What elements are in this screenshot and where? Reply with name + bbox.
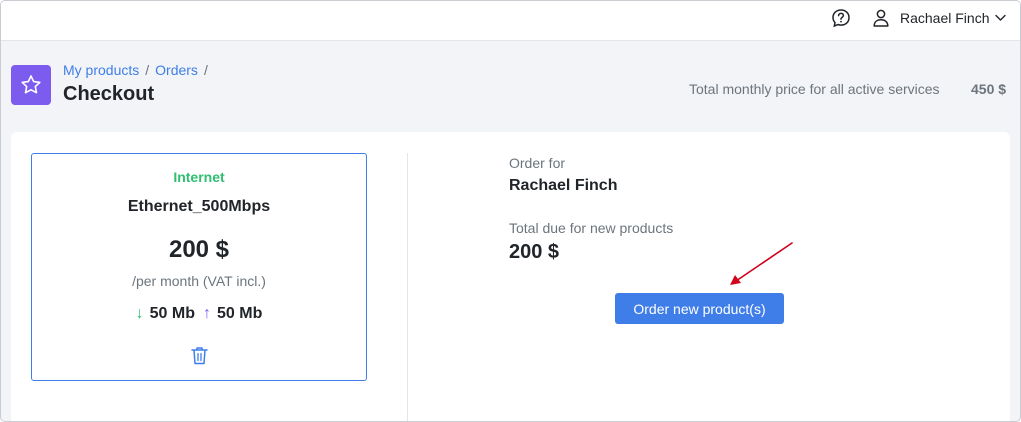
breadcrumb-orders[interactable]: Orders	[155, 62, 198, 78]
breadcrumb-separator: /	[203, 62, 208, 78]
user-icon	[873, 9, 889, 27]
product-price: 200 $	[168, 236, 230, 263]
help-circle-icon[interactable]	[831, 8, 851, 28]
column-divider	[407, 153, 408, 421]
arrow-up-icon: ↑	[203, 305, 211, 322]
product-card: Internet Ethernet_500Mbps 200 $ /per mon…	[31, 153, 367, 381]
annotation-arrow-icon	[730, 242, 793, 285]
product-category: Internet	[173, 169, 225, 185]
product-speeds: ↓ 50 Mb ↑ 50 Mb	[32, 305, 366, 323]
total-due-label: Total due for new products	[509, 220, 674, 236]
total-due-value: 200 $	[509, 241, 560, 263]
order-new-products-button[interactable]: Order new product(s)	[615, 293, 784, 324]
upload-speed: 50 Mb	[217, 305, 263, 322]
user-menu[interactable]: Rachael Finch	[873, 7, 1006, 29]
app-window: Rachael Finch My products / Orders / Che…	[0, 0, 1021, 422]
order-for-name: Rachael Finch	[509, 177, 618, 194]
product-period: /per month (VAT incl.)	[132, 273, 266, 289]
user-name[interactable]: Rachael Finch	[900, 10, 990, 26]
top-bar: Rachael Finch	[1, 1, 1020, 41]
download-speed: 50 Mb	[149, 305, 195, 322]
trash-icon[interactable]	[191, 346, 208, 365]
page-title: Checkout	[63, 83, 155, 105]
breadcrumb-my-products[interactable]: My products	[63, 62, 139, 78]
breadcrumb: My products / Orders /	[63, 62, 214, 78]
total-monthly-label: Total monthly price for all active servi…	[689, 81, 940, 97]
order-for-label: Order for	[509, 155, 566, 171]
product-name: Ethernet_500Mbps	[127, 198, 271, 215]
chevron-down-icon[interactable]	[994, 14, 1006, 22]
breadcrumb-separator: /	[145, 62, 150, 78]
star-icon	[21, 75, 41, 94]
app-badge	[11, 65, 51, 105]
total-monthly-value: 450 $	[971, 81, 1007, 97]
checkout-card: Internet Ethernet_500Mbps 200 $ /per mon…	[11, 132, 1010, 421]
arrow-down-icon: ↓	[135, 305, 144, 322]
